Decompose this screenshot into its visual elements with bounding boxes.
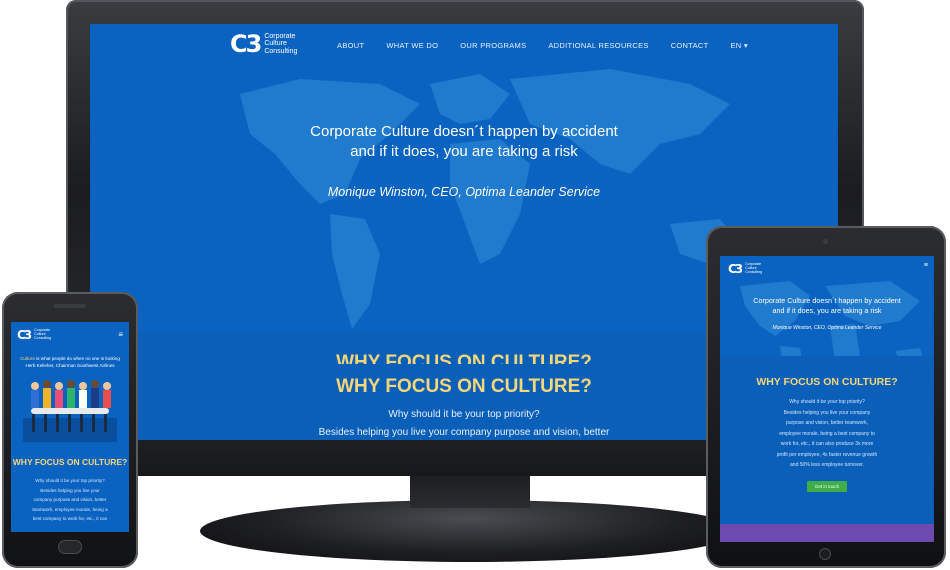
- hamburger-icon[interactable]: ≡: [924, 262, 928, 269]
- phone-device: C3 Corporate Culture Consulting ≡ Cultur…: [2, 292, 138, 568]
- hamburger-icon[interactable]: ≡: [118, 330, 123, 339]
- why-text-line: profit per employee, 4x faster revenue g…: [776, 451, 878, 458]
- hero-author: Monique Winston, CEO, Optima Leander Ser…: [772, 325, 882, 331]
- why-text-line: teamwork, employee morale, being a: [32, 506, 108, 512]
- brand-line: Consulting: [34, 335, 52, 340]
- quote-attribution: Herb Kelleher, Chairman Southwest Airlin…: [25, 363, 115, 368]
- culture-word: Culture: [20, 356, 35, 361]
- why-text-line: purpose and vision, better teamwork,: [786, 420, 868, 426]
- monitor-base: [200, 500, 740, 562]
- brand-logo-icon: C3: [728, 262, 743, 276]
- brand-logo-icon: C3: [17, 328, 32, 342]
- nav-item-our-programs[interactable]: OUR PROGRAMS: [460, 41, 526, 50]
- hero-author: Monique Winston, CEO, Optima Leander Ser…: [327, 185, 601, 199]
- nav-item-contact[interactable]: CONTACT: [671, 41, 709, 50]
- brand-logo[interactable]: C3 Corporate Culture Consulting: [17, 328, 51, 342]
- phone-quote: Culture is what people do when no one is…: [11, 355, 129, 369]
- chevron-down-icon: ▾: [743, 41, 748, 50]
- tablet-why-text: Why should it be your top priority? Besi…: [720, 397, 934, 471]
- why-text-line: Besides helping you live your company: [783, 409, 871, 416]
- brand-logo[interactable]: C3 Corporate Culture Consulting: [728, 262, 762, 276]
- why-text-line: company purpose and vision, better: [33, 497, 107, 502]
- get-in-touch-button[interactable]: Get in touch: [807, 481, 847, 492]
- footer-band: [720, 524, 934, 542]
- main-nav: ABOUT WHAT WE DO OUR PROGRAMS ADDITIONAL…: [337, 41, 748, 50]
- brand-logo-icon: C3: [230, 30, 262, 58]
- responsive-mockup: C3 Corporate Culture Consulting ABOUT WH…: [0, 0, 950, 570]
- brand-line: Consulting: [264, 47, 298, 55]
- phone-speaker: [54, 304, 86, 308]
- language-selector[interactable]: EN ▾: [731, 41, 749, 50]
- brand-logo[interactable]: C3 Corporate Culture Consulting: [230, 30, 297, 58]
- why-text-line: Why should it be your top priority?: [789, 399, 865, 405]
- phone-home-button: [58, 540, 82, 554]
- nav-item-about[interactable]: ABOUT: [337, 41, 364, 50]
- tablet-camera: [823, 239, 828, 244]
- brand-line: Consulting: [745, 269, 763, 274]
- phone-screen: C3 Corporate Culture Consulting ≡ Cultur…: [11, 322, 129, 532]
- phone-why-text: Why should it be your top priority? Besi…: [11, 476, 129, 524]
- why-text-line: best company to work for, etc., it can: [32, 516, 108, 521]
- why-text-line: employee morale, being a best company to: [779, 430, 875, 437]
- hero-quote-line: and if it does, you are taking a risk: [350, 143, 578, 160]
- hero-quote: Corporate Culture doesn´t happen by acci…: [720, 296, 934, 316]
- why-text-line: and 50% less employee turnover.: [790, 462, 864, 468]
- tablet-screen: C3 Corporate Culture Consulting ≡ Corpor…: [720, 256, 934, 542]
- why-text-line: Besides helping you live your: [40, 487, 100, 493]
- why-title: WHY FOCUS ON CULTURE?: [756, 376, 898, 388]
- tablet-home-button: [819, 548, 831, 560]
- brand-line: Culture: [264, 40, 287, 48]
- hero-quote-line: and if it does, you are taking a risk: [772, 306, 882, 315]
- hero-quote-line: Corporate Culture doesn´t happen by acci…: [310, 123, 618, 140]
- why-text-line: Why should it be your top priority?: [35, 478, 105, 483]
- brand-line: Corporate: [264, 32, 296, 40]
- hero-quote: Corporate Culture doesn´t happen by acci…: [90, 122, 838, 162]
- why-text-line: work for, etc., it can also produce 3x m…: [780, 441, 874, 447]
- nav-item-additional-resources[interactable]: ADDITIONAL RESOURCES: [548, 41, 648, 50]
- language-label: EN: [730, 41, 742, 50]
- nav-item-what-we-do[interactable]: WHAT WE DO: [386, 41, 438, 50]
- tablet-device: C3 Corporate Culture Consulting ≡ Corpor…: [706, 226, 946, 568]
- hero-quote-line: Corporate Culture doesn´t happen by acci…: [753, 296, 901, 305]
- team-illustration: [23, 380, 117, 442]
- why-title: WHY FOCUS ON CULTURE?: [12, 457, 128, 467]
- quote-rest: is what people do when no one is looking: [34, 356, 120, 361]
